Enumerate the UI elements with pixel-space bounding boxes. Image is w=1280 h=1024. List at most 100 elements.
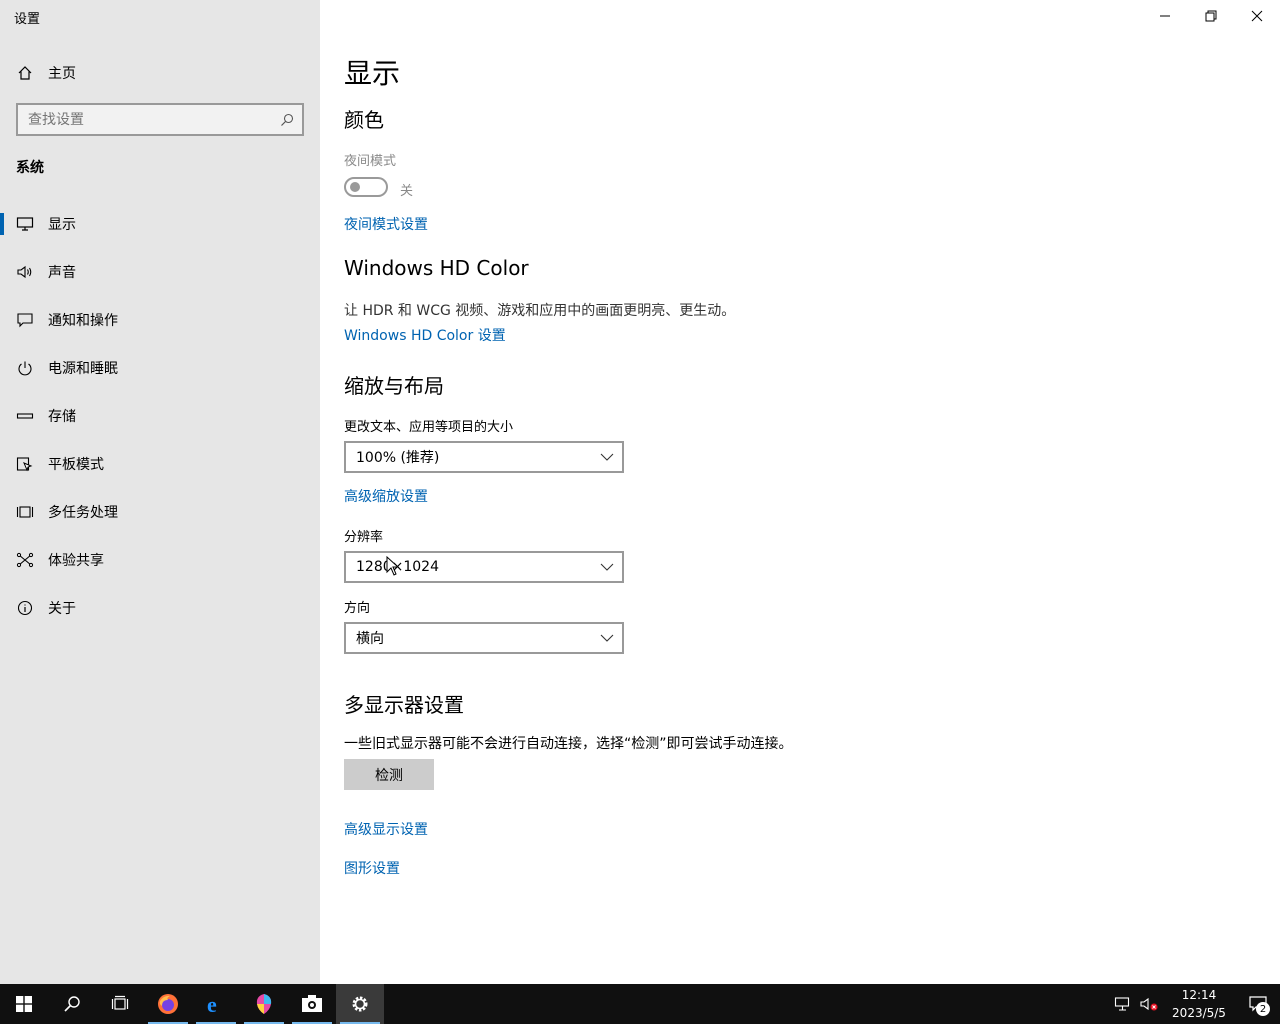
sidebar-item-sound[interactable]: 声音 [0, 248, 320, 296]
taskbar: e 12:14 2023/5/5 2 [0, 984, 1280, 1024]
chevron-down-icon [592, 453, 622, 461]
advanced-scaling-link[interactable]: 高级缩放设置 [344, 486, 428, 506]
share-icon [15, 551, 35, 569]
sidebar-item-label: 通知和操作 [48, 313, 118, 329]
close-button[interactable] [1234, 0, 1280, 32]
sidebar-home-label: 主页 [48, 66, 76, 82]
task-view-icon [111, 995, 129, 1010]
chevron-down-icon [592, 563, 622, 571]
sidebar-item-label: 关于 [48, 601, 76, 617]
camera-icon [302, 995, 322, 1012]
search-icon [64, 996, 80, 1012]
svg-text:e: e [207, 992, 217, 1016]
heading-multi-display: 多显示器设置 [344, 693, 464, 717]
power-icon [15, 359, 35, 377]
multitask-icon [15, 503, 35, 521]
sidebar-item-about[interactable]: 关于 [0, 584, 320, 632]
minimize-icon [1160, 15, 1170, 17]
graphics-settings-link[interactable]: 图形设置 [344, 858, 400, 878]
sidebar-item-label: 体验共享 [48, 553, 104, 569]
multi-display-description: 一些旧式显示器可能不会进行自动连接，选择“检测”即可尝试手动连接。 [344, 736, 793, 752]
sidebar: 设置 主页 系统 显示 声音 通知和操作 [0, 0, 320, 984]
heading-scale-layout: 缩放与布局 [344, 374, 444, 398]
restore-button[interactable] [1188, 0, 1234, 32]
settings-icon [352, 996, 368, 1012]
sidebar-item-shared-experiences[interactable]: 体验共享 [0, 536, 320, 584]
restore-icon [1205, 10, 1217, 22]
search-input[interactable] [18, 111, 272, 128]
mouse-cursor-icon [386, 556, 400, 576]
sidebar-home[interactable]: 主页 [0, 58, 320, 88]
edge-icon: e [207, 992, 217, 1016]
sidebar-item-multitasking[interactable]: 多任务处理 [0, 488, 320, 536]
orientation-label: 方向 [344, 601, 371, 616]
sidebar-item-storage[interactable]: 存储 [0, 392, 320, 440]
night-mode-label: 夜间模式 [344, 154, 397, 169]
clock-date: 2023/5/5 [1172, 1006, 1226, 1020]
sidebar-item-notifications[interactable]: 通知和操作 [0, 296, 320, 344]
clock-time: 12:14 [1181, 988, 1217, 1002]
hd-color-description: 让 HDR 和 WCG 视频、游戏和应用中的画面更明亮、更生动。 [344, 303, 736, 319]
start-button[interactable] [0, 984, 48, 1024]
task-view-button[interactable] [96, 984, 144, 1024]
storage-icon [15, 407, 35, 425]
detect-button[interactable]: 检测 [344, 759, 434, 790]
sidebar-item-label: 存储 [48, 409, 76, 425]
taskbar-paint[interactable] [240, 984, 288, 1024]
page-title: 显示 [344, 57, 401, 90]
sidebar-item-label: 平板模式 [48, 457, 104, 473]
sidebar-nav: 显示 声音 通知和操作 电源和睡眠 存储 平板模式 多任务处理 体验共享 关于 [0, 200, 320, 632]
network-icon [1114, 997, 1130, 1011]
heading-color: 颜色 [344, 108, 384, 132]
taskbar-settings[interactable] [336, 984, 384, 1024]
taskbar-clock[interactable]: 12:14 2023/5/5 [1162, 986, 1236, 1022]
sidebar-item-label: 电源和睡眠 [48, 361, 118, 377]
paint-icon [256, 994, 272, 1014]
orientation-dropdown[interactable]: 横向 [344, 622, 624, 654]
sidebar-item-label: 多任务处理 [48, 505, 118, 521]
night-mode-state: 关 [400, 184, 414, 199]
monitor-icon [15, 215, 35, 233]
start-icon [16, 996, 32, 1012]
night-mode-settings-link[interactable]: 夜间模式设置 [344, 214, 428, 234]
message-icon [15, 311, 35, 329]
chevron-down-icon [592, 634, 622, 642]
night-mode-toggle[interactable] [344, 177, 388, 197]
notification-badge: 2 [1256, 1002, 1270, 1016]
taskbar-edge[interactable]: e [192, 984, 240, 1024]
firefox-icon [158, 994, 178, 1014]
search-box[interactable] [16, 103, 304, 136]
resolution-label: 分辨率 [344, 530, 384, 545]
action-center-button[interactable]: 2 [1236, 984, 1280, 1024]
search-icon[interactable] [272, 113, 302, 127]
home-icon [16, 64, 34, 82]
hd-color-settings-link[interactable]: Windows HD Color 设置 [344, 325, 506, 345]
info-icon [15, 599, 35, 617]
volume-muted-icon [1140, 997, 1158, 1011]
taskbar-search-button[interactable] [48, 984, 96, 1024]
advanced-display-link[interactable]: 高级显示设置 [344, 819, 428, 839]
section-label-system: 系统 [16, 160, 44, 176]
sidebar-item-label: 显示 [48, 217, 76, 233]
speaker-icon [15, 263, 35, 281]
taskbar-camera[interactable] [288, 984, 336, 1024]
taskbar-firefox[interactable] [144, 984, 192, 1024]
scale-value: 100% (推荐) [356, 450, 440, 466]
scale-label: 更改文本、应用等项目的大小 [344, 420, 514, 435]
app-title: 设置 [14, 12, 41, 27]
sidebar-item-power[interactable]: 电源和睡眠 [0, 344, 320, 392]
sidebar-item-label: 声音 [48, 265, 76, 281]
sidebar-item-tablet-mode[interactable]: 平板模式 [0, 440, 320, 488]
heading-hd-color: Windows HD Color [344, 256, 529, 280]
scale-dropdown[interactable]: 100% (推荐) [344, 441, 624, 473]
minimize-button[interactable] [1142, 0, 1188, 32]
window-controls [1142, 0, 1280, 32]
system-tray: 12:14 2023/5/5 2 [1110, 984, 1280, 1024]
orientation-value: 横向 [356, 631, 384, 647]
close-icon [1251, 10, 1263, 22]
network-button[interactable] [1110, 984, 1136, 1024]
toggle-knob [350, 182, 360, 192]
volume-button[interactable] [1136, 984, 1162, 1024]
tablet-icon [15, 455, 35, 473]
sidebar-item-display[interactable]: 显示 [0, 200, 320, 248]
